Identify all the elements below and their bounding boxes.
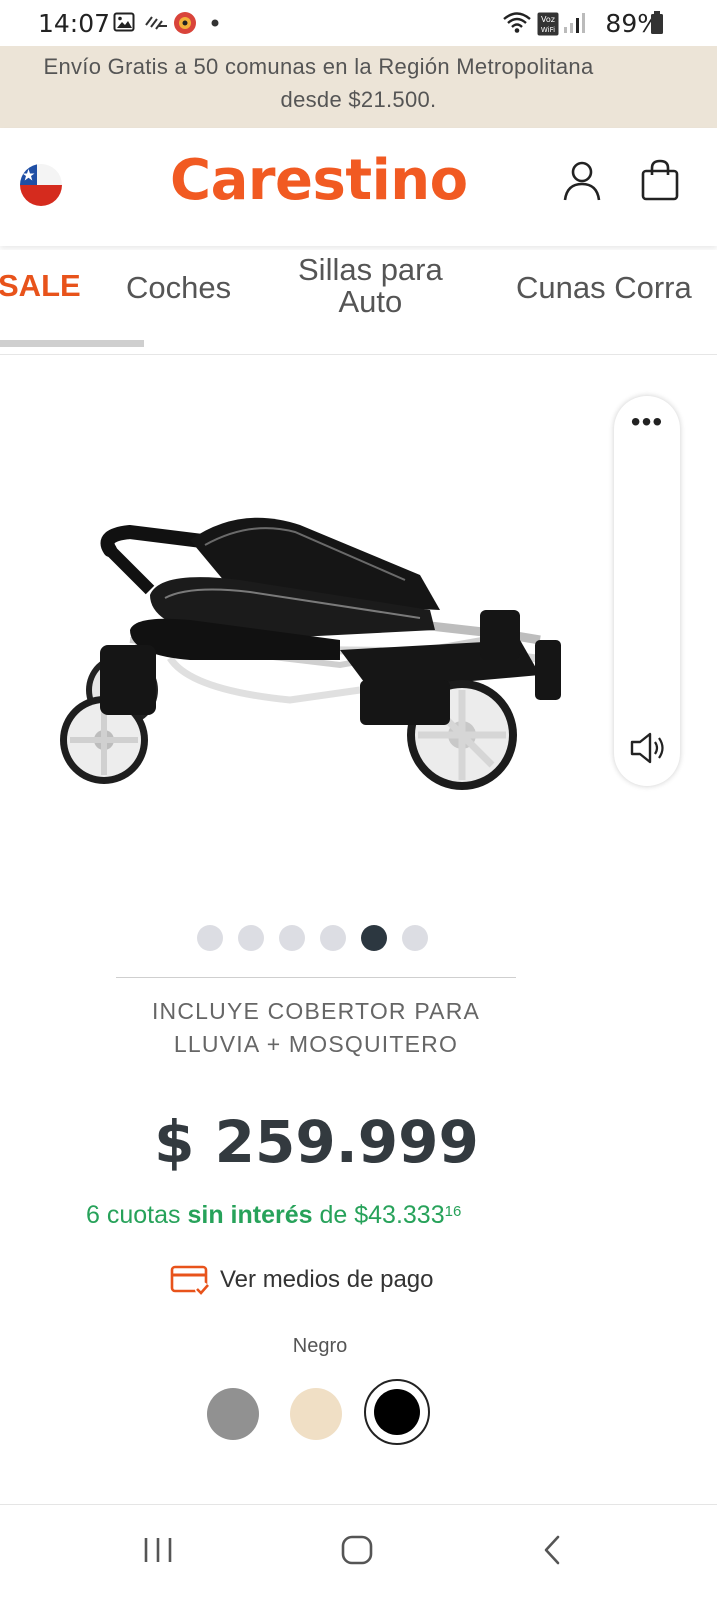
promo-text-line1: Envío Gratis a 50 comunas en la Región M…	[43, 54, 594, 79]
product-price: $ 259.999	[154, 1108, 479, 1176]
system-navigation-bar	[0, 1510, 717, 1600]
carousel-dot[interactable]	[238, 925, 264, 951]
user-icon[interactable]	[563, 160, 601, 202]
divider	[116, 977, 516, 978]
recent-apps-icon[interactable]	[140, 1534, 176, 1566]
speaker-icon[interactable]	[628, 730, 668, 766]
category-label-line1: Sillas para	[298, 252, 443, 287]
carousel-dot[interactable]	[279, 925, 305, 951]
color-swatch-beige[interactable]	[290, 1388, 342, 1440]
carousel-dot[interactable]	[197, 925, 223, 951]
volte-icon: Voz WiFi	[537, 12, 559, 36]
brand-logo[interactable]: Carestino	[170, 148, 468, 213]
status-time: 14:07	[38, 9, 111, 38]
color-swatch-black-fill	[374, 1389, 420, 1435]
promo-text-line2: desde $21.500.	[280, 87, 437, 112]
installments-text: 6 cuotas sin interés de $43.33316	[86, 1201, 461, 1230]
product-includes-text: INCLUYE COBERTOR PARA LLUVIA + MOSQUITER…	[100, 995, 532, 1061]
installments-cents: 16	[444, 1203, 462, 1220]
includes-line1: INCLUYE COBERTOR PARA	[151, 998, 481, 1024]
color-swatch-grey[interactable]	[207, 1388, 259, 1440]
more-icon[interactable]: •••	[614, 406, 680, 438]
chile-flag-icon[interactable]	[20, 164, 62, 206]
floating-media-widget: •••	[614, 396, 680, 786]
category-tab-coches[interactable]: Coches	[126, 272, 231, 304]
app-notification-icon	[174, 12, 196, 34]
includes-line2: LLUVIA + MOSQUITERO	[173, 1031, 459, 1057]
product-image[interactable]	[40, 500, 600, 820]
divider	[0, 1504, 717, 1505]
category-label-line2: Auto	[338, 284, 403, 319]
category-tab-sale[interactable]: SALE	[0, 270, 81, 302]
svg-text:Voz: Voz	[541, 15, 555, 24]
back-icon[interactable]	[540, 1534, 564, 1566]
signal-icon	[564, 13, 585, 33]
dot-icon	[211, 19, 219, 27]
payment-methods-label: Ver medios de pago	[220, 1266, 434, 1293]
home-icon[interactable]	[340, 1534, 374, 1566]
wifi-icon	[503, 12, 531, 33]
installments-mid: de	[319, 1201, 348, 1229]
carousel-dot[interactable]	[320, 925, 346, 951]
shopping-bag-icon[interactable]	[640, 158, 680, 202]
category-scroll-indicator	[0, 340, 144, 347]
page: 14:07 Voz WiFi 89% Envío Gratis a 50 com…	[0, 0, 717, 1600]
battery-icon	[651, 11, 663, 34]
site-header: Carestino	[0, 128, 717, 246]
carousel-dot[interactable]	[402, 925, 428, 951]
installments-amount: $43.333	[354, 1201, 445, 1229]
selected-color-name: Negro	[292, 1335, 348, 1357]
installments-bold: sin interés	[187, 1201, 313, 1229]
promo-banner: Envío Gratis a 50 comunas en la Región M…	[0, 46, 717, 128]
credit-card-check-icon	[170, 1265, 209, 1296]
gallery-icon	[113, 12, 135, 32]
weather-icon	[145, 16, 167, 30]
carousel-dot-active[interactable]	[361, 925, 387, 951]
svg-text:WiFi: WiFi	[541, 26, 555, 34]
status-bar: 14:07 Voz WiFi 89%	[0, 0, 717, 46]
category-nav: SALE Coches Sillas para Auto Cunas Corra	[0, 250, 717, 355]
category-tab-sillas-para-auto[interactable]: Sillas para Auto	[298, 254, 443, 318]
category-tab-cunas-corrales[interactable]: Cunas Corra	[516, 272, 692, 304]
installments-prefix: 6 cuotas	[86, 1201, 181, 1229]
color-swatch-black-selected[interactable]	[364, 1379, 430, 1445]
